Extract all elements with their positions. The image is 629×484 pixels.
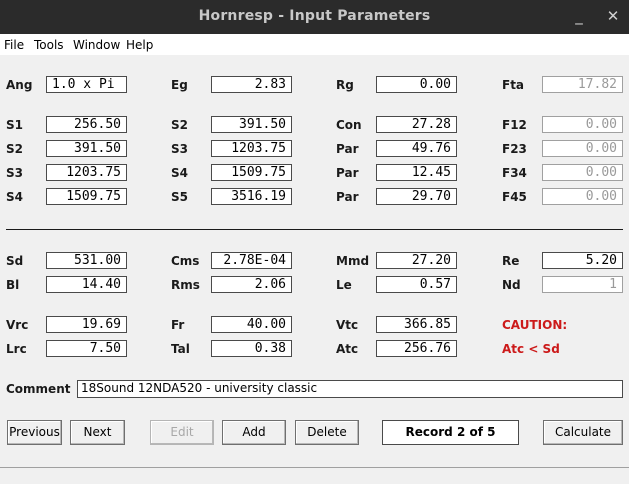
le-label: Le <box>336 278 352 292</box>
edit-button: Edit <box>150 420 214 445</box>
menu-window[interactable]: Window <box>73 38 120 52</box>
s4-field[interactable]: 1509.75 <box>46 188 127 205</box>
f23-label: F23 <box>502 142 527 156</box>
fta-field: 17.82 <box>542 76 623 93</box>
con-field[interactable]: 27.28 <box>376 116 457 133</box>
comment-label: Comment <box>6 382 71 396</box>
par3-field[interactable]: 29.70 <box>376 188 457 205</box>
f12-field: 0.00 <box>542 116 623 133</box>
s5-field[interactable]: 3516.19 <box>211 188 292 205</box>
par2-label: Par <box>336 166 359 180</box>
tal-label: Tal <box>171 342 190 356</box>
vrc-field[interactable]: 19.69 <box>46 316 127 333</box>
le-field[interactable]: 0.57 <box>376 276 457 293</box>
menu-help[interactable]: Help <box>126 38 153 52</box>
caution-title: CAUTION: <box>502 318 568 332</box>
sd-field[interactable]: 531.00 <box>46 252 127 269</box>
vrc-label: Vrc <box>6 318 29 332</box>
s1-field[interactable]: 256.50 <box>46 116 127 133</box>
menu-tools-label: Tools <box>34 38 64 52</box>
fta-label: Fta <box>502 78 525 92</box>
cms-field[interactable]: 2.78E-04 <box>211 252 292 269</box>
cms-label: Cms <box>171 254 200 268</box>
calculate-button[interactable]: Calculate <box>543 420 623 445</box>
fr-label: Fr <box>171 318 185 332</box>
f45-field: 0.00 <box>542 188 623 205</box>
vtc-field[interactable]: 366.85 <box>376 316 457 333</box>
ang-field[interactable]: 1.0 x Pi <box>46 76 127 93</box>
s2-field-top[interactable]: 391.50 <box>211 116 292 133</box>
caution-message: Atc < Sd <box>502 342 560 356</box>
f34-label: F34 <box>502 166 527 180</box>
title-bar: Hornresp - Input Parameters _ ✕ <box>0 0 629 34</box>
par2-field[interactable]: 12.45 <box>376 164 457 181</box>
mmd-label: Mmd <box>336 254 370 268</box>
minimize-icon[interactable]: _ <box>569 6 589 26</box>
rg-field[interactable]: 0.00 <box>376 76 457 93</box>
sd-label: Sd <box>6 254 24 268</box>
s3-field-top[interactable]: 1203.75 <box>211 140 292 157</box>
par3-label: Par <box>336 190 359 204</box>
add-button[interactable]: Add <box>222 420 286 445</box>
menu-help-label: Help <box>126 38 154 52</box>
s2-label: S2 <box>6 142 23 156</box>
s2-label-top: S2 <box>171 118 188 132</box>
lrc-field[interactable]: 7.50 <box>46 340 127 357</box>
next-button[interactable]: Next <box>70 420 125 445</box>
rg-label: Rg <box>336 78 354 92</box>
vtc-label: Vtc <box>336 318 359 332</box>
mmd-field[interactable]: 27.20 <box>376 252 457 269</box>
s4-label-top: S4 <box>171 166 188 180</box>
close-icon[interactable]: ✕ <box>603 6 623 26</box>
menu-tools[interactable]: Tools <box>34 38 64 52</box>
record-indicator: Record 2 of 5 <box>382 420 519 445</box>
atc-label: Atc <box>336 342 359 356</box>
status-bar <box>0 467 629 484</box>
f12-label: F12 <box>502 118 527 132</box>
nd-label: Nd <box>502 278 521 292</box>
window-title: Hornresp - Input Parameters <box>198 8 431 24</box>
menu-window-label: Window <box>73 38 121 52</box>
s1-label: S1 <box>6 118 23 132</box>
f34-field: 0.00 <box>542 164 623 181</box>
con-label: Con <box>336 118 362 132</box>
re-field[interactable]: 5.20 <box>542 252 623 269</box>
fr-field[interactable]: 40.00 <box>211 316 292 333</box>
previous-button[interactable]: Previous <box>7 420 62 445</box>
bl-field[interactable]: 14.40 <box>46 276 127 293</box>
delete-button[interactable]: Delete <box>295 420 359 445</box>
s5-label: S5 <box>171 190 188 204</box>
tal-field[interactable]: 0.38 <box>211 340 292 357</box>
atc-field[interactable]: 256.76 <box>376 340 457 357</box>
s3-label-top: S3 <box>171 142 188 156</box>
re-label: Re <box>502 254 520 268</box>
s3-label: S3 <box>6 166 23 180</box>
menu-file-label: File <box>4 38 25 52</box>
rms-field[interactable]: 2.06 <box>211 276 292 293</box>
s4-label: S4 <box>6 190 23 204</box>
menu-bar: File Tools Window Help <box>0 34 629 55</box>
s2-field[interactable]: 391.50 <box>46 140 127 157</box>
ang-label: Ang <box>6 78 33 92</box>
section-divider <box>6 229 623 230</box>
nd-field: 1 <box>542 276 623 293</box>
f45-label: F45 <box>502 190 527 204</box>
par1-field[interactable]: 49.76 <box>376 140 457 157</box>
comment-field[interactable]: 18Sound 12NDA520 - university classic <box>77 380 623 398</box>
lrc-label: Lrc <box>6 342 27 356</box>
s3-field[interactable]: 1203.75 <box>46 164 127 181</box>
menu-file[interactable]: File <box>4 38 24 52</box>
f23-field: 0.00 <box>542 140 623 157</box>
s4-field-top[interactable]: 1509.75 <box>211 164 292 181</box>
par1-label: Par <box>336 142 359 156</box>
eg-label: Eg <box>171 78 188 92</box>
eg-field[interactable]: 2.83 <box>211 76 292 93</box>
bl-label: Bl <box>6 278 20 292</box>
rms-label: Rms <box>171 278 200 292</box>
